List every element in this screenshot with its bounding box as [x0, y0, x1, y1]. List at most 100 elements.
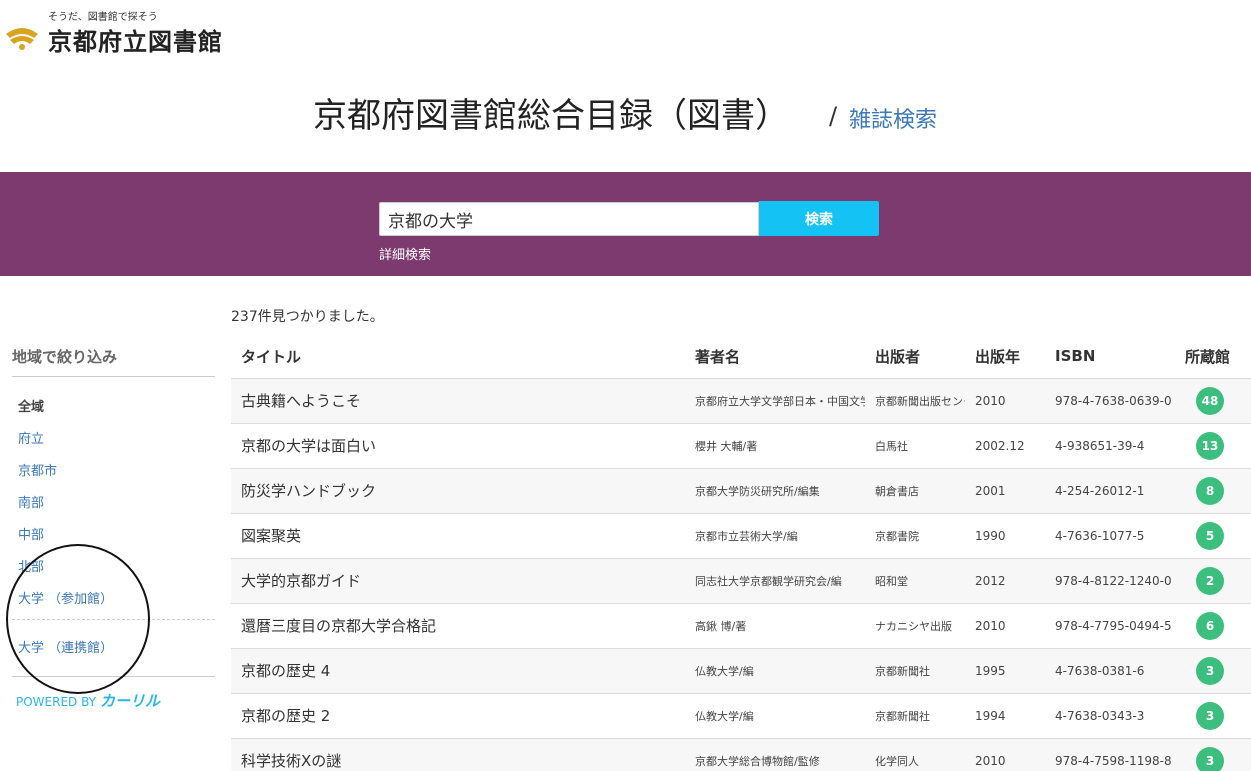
table-row[interactable]: 京都の歴史 2 仏教大学/編 京都新聞社 1994 4-7638-0343-3 …	[231, 693, 1251, 739]
table-row[interactable]: 図案聚英 京都市立芸術大学/編 京都書院 1990 4-7636-1077-5 …	[231, 513, 1251, 559]
sidebar-item-central[interactable]: 中部	[18, 524, 44, 543]
book-isbn: 978-4-8122-1240-0	[1045, 558, 1175, 604]
search-input[interactable]	[379, 202, 759, 236]
column-header-isbn[interactable]: ISBN	[1045, 335, 1175, 379]
book-isbn: 978-4-7598-1198-8	[1045, 738, 1175, 771]
logo-tagline: そうだ、図書館で探そう	[48, 12, 158, 23]
book-author: 京都大学防災研究所/編集	[685, 468, 865, 514]
table-row[interactable]: 還暦三度目の京都大学合格記 高鍬 博/著 ナカニシヤ出版 2010 978-4-…	[231, 603, 1251, 649]
holdings-count-badge[interactable]: 5	[1196, 521, 1224, 550]
result-count: 237件見つかりました。	[231, 309, 384, 325]
book-publisher: 朝倉書店	[865, 468, 965, 514]
column-header-publisher[interactable]: 出版者	[865, 335, 965, 379]
book-publisher: 京都新聞出版センター	[865, 378, 965, 424]
table-row[interactable]: 古典籍へようこそ 京都府立大学文学部日本・中国文学科 京都新聞出版センター 20…	[231, 378, 1251, 424]
book-title[interactable]: 古典籍へようこそ	[231, 378, 685, 424]
book-title[interactable]: 京都の歴史 2	[231, 693, 685, 739]
book-isbn: 978-4-7638-0639-0	[1045, 378, 1175, 424]
holdings-count-badge[interactable]: 3	[1196, 701, 1224, 730]
table-row[interactable]: 防災学ハンドブック 京都大学防災研究所/編集 朝倉書店 2001 4-254-2…	[231, 468, 1251, 514]
divider	[12, 619, 215, 620]
powered-by[interactable]: POWERED BY カーリル	[16, 690, 160, 711]
magazine-search-link[interactable]: 雑誌検索	[849, 102, 937, 134]
book-title[interactable]: 科学技術Xの謎	[231, 738, 685, 771]
table-row[interactable]: 京都の歴史 4 仏教大学/編 京都新聞社 1995 4-7638-0381-6 …	[231, 648, 1251, 694]
book-year: 1994	[965, 693, 1045, 739]
table-header-row: タイトル 著者名 出版者 出版年 ISBN 所蔵館	[231, 335, 1251, 379]
column-header-author[interactable]: 著者名	[685, 335, 865, 379]
book-author: 仏教大学/編	[685, 693, 865, 739]
holdings-count-badge[interactable]: 6	[1196, 611, 1224, 640]
table-row[interactable]: 科学技術Xの謎 京都大学総合博物館/監修 化学同人 2010 978-4-759…	[231, 738, 1251, 771]
book-author: 高鍬 博/著	[685, 603, 865, 649]
table-row[interactable]: 大学的京都ガイド 同志社大学京都観学研究会/編 昭和堂 2012 978-4-8…	[231, 558, 1251, 604]
search-band: 検索 詳細検索	[0, 172, 1251, 276]
logo-name: 京都府立図書館	[48, 28, 223, 56]
calil-logo: カーリル	[100, 692, 161, 710]
book-isbn: 4-7638-0343-3	[1045, 693, 1175, 739]
book-isbn: 978-4-7795-0494-5	[1045, 603, 1175, 649]
book-publisher: 化学同人	[865, 738, 965, 771]
book-title[interactable]: 京都の歴史 4	[231, 648, 685, 694]
book-year: 2010	[965, 738, 1045, 771]
book-year: 2010	[965, 603, 1045, 649]
book-publisher: 白馬社	[865, 423, 965, 469]
sidebar-item-all[interactable]: 全域	[18, 396, 44, 415]
book-year: 2001	[965, 468, 1045, 514]
sidebar-heading: 地域で絞り込み	[12, 348, 118, 366]
book-publisher: ナカニシヤ出版	[865, 603, 965, 649]
book-publisher: 昭和堂	[865, 558, 965, 604]
book-title[interactable]: 防災学ハンドブック	[231, 468, 685, 514]
divider	[12, 676, 215, 677]
book-publisher: 京都新聞社	[865, 648, 965, 694]
book-author: 京都大学総合博物館/監修	[685, 738, 865, 771]
holdings-count-badge[interactable]: 48	[1196, 386, 1224, 415]
sidebar-item-university-partner[interactable]: 大学 （連携館）	[18, 637, 113, 656]
book-isbn: 4-938651-39-4	[1045, 423, 1175, 469]
page-title: 京都府図書館総合目録（図書）	[313, 96, 789, 136]
book-publisher: 京都書院	[865, 513, 965, 559]
book-year: 1990	[965, 513, 1045, 559]
site-logo[interactable]: そうだ、図書館で探そう 京都府立図書館	[4, 6, 254, 56]
title-row: 京都府図書館総合目録（図書） / 雑誌検索	[0, 88, 1251, 138]
book-title[interactable]: 大学的京都ガイド	[231, 558, 685, 604]
book-isbn: 4-254-26012-1	[1045, 468, 1175, 514]
holdings-count-badge[interactable]: 2	[1196, 566, 1224, 595]
table-row[interactable]: 京都の大学は面白い 櫻井 大輔/著 白馬社 2002.12 4-938651-3…	[231, 423, 1251, 469]
book-year: 1995	[965, 648, 1045, 694]
holdings-count-badge[interactable]: 13	[1196, 431, 1224, 460]
holdings-count-badge[interactable]: 8	[1196, 476, 1224, 505]
divider	[12, 376, 215, 377]
sidebar-item-north[interactable]: 北部	[18, 556, 44, 575]
book-author: 京都府立大学文学部日本・中国文学科	[685, 378, 865, 424]
book-title[interactable]: 図案聚英	[231, 513, 685, 559]
book-title[interactable]: 京都の大学は面白い	[231, 423, 685, 469]
results-table: タイトル 著者名 出版者 出版年 ISBN 所蔵館 古典籍へようこそ 京都府立大…	[231, 335, 1251, 771]
book-year: 2002.12	[965, 423, 1045, 469]
column-header-holdings[interactable]: 所蔵館	[1175, 335, 1251, 379]
powered-by-label: POWERED BY	[16, 695, 97, 709]
holdings-count-badge[interactable]: 3	[1196, 656, 1224, 685]
sidebar-item-prefectural[interactable]: 府立	[18, 428, 44, 447]
book-isbn: 4-7638-0381-6	[1045, 648, 1175, 694]
book-isbn: 4-7636-1077-5	[1045, 513, 1175, 559]
holdings-count-badge[interactable]: 3	[1196, 746, 1224, 771]
sidebar-item-south[interactable]: 南部	[18, 492, 44, 511]
region-filter-sidebar: 地域で絞り込み 全域 府立 京都市 南部 中部 北部 大学 （参加館） 大学 （…	[0, 276, 230, 771]
sidebar-item-university-participating[interactable]: 大学 （参加館）	[18, 588, 113, 607]
site-header: そうだ、図書館で探そう 京都府立図書館 京都府図書館総合目録（図書） / 雑誌検…	[0, 0, 1251, 172]
book-author: 櫻井 大輔/著	[685, 423, 865, 469]
column-header-title[interactable]: タイトル	[231, 335, 685, 379]
book-author: 京都市立芸術大学/編	[685, 513, 865, 559]
search-button[interactable]: 検索	[759, 201, 879, 236]
column-header-year[interactable]: 出版年	[965, 335, 1045, 379]
advanced-search-link[interactable]: 詳細検索	[379, 244, 431, 263]
book-author: 仏教大学/編	[685, 648, 865, 694]
sidebar-item-kyoto-city[interactable]: 京都市	[18, 460, 57, 479]
book-year: 2010	[965, 378, 1045, 424]
title-separator: /	[829, 102, 838, 130]
book-title[interactable]: 還暦三度目の京都大学合格記	[231, 603, 685, 649]
book-publisher: 京都新聞社	[865, 693, 965, 739]
book-logo-icon	[6, 28, 38, 50]
book-author: 同志社大学京都観学研究会/編	[685, 558, 865, 604]
